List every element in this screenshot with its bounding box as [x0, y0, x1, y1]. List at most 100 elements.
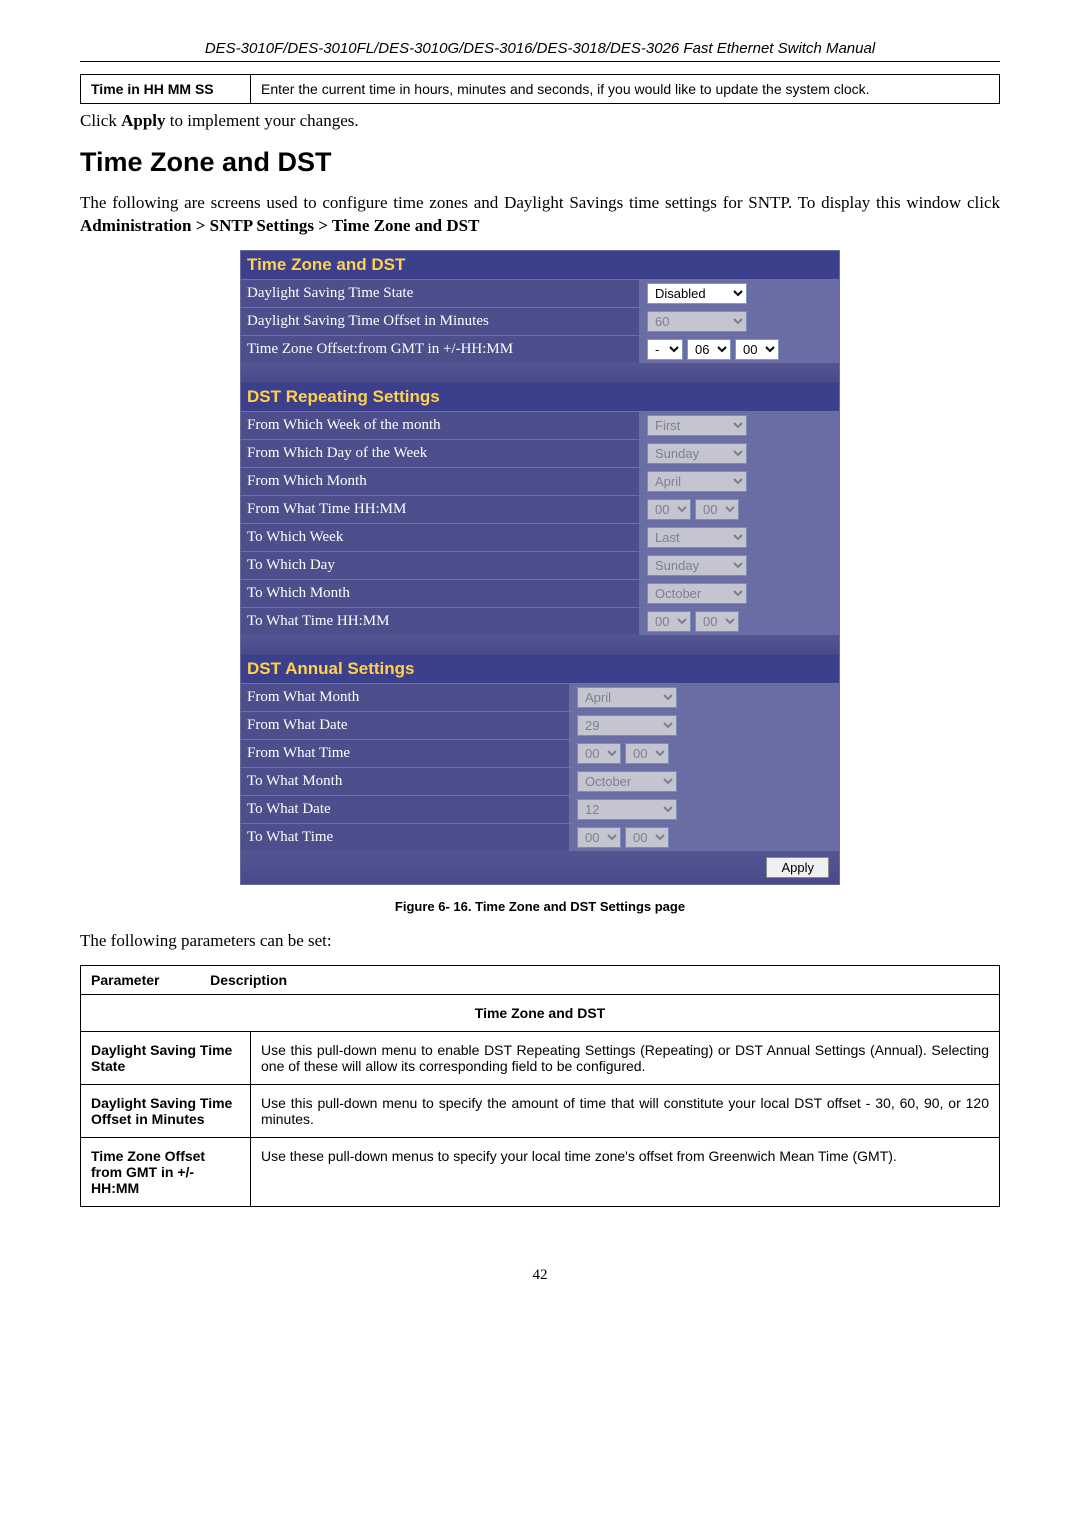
table-row: Daylight Saving Time StateUse this pull-… [81, 1031, 1000, 1084]
dropdown: 60 [647, 311, 747, 332]
panel-header-annual: DST Annual Settings [241, 655, 839, 683]
row-control: 0000 [569, 740, 839, 767]
row-label: To Which Week [241, 525, 639, 550]
row-label: From What Time [241, 741, 569, 766]
table-row: Time in HH MM SS Enter the current time … [81, 75, 1000, 104]
section-title: Time Zone and DST [81, 994, 1000, 1031]
parameter-table: Parameter Description Time Zone and DST … [80, 965, 1000, 1207]
row-label: From Which Day of the Week [241, 441, 639, 466]
row-label: From What Date [241, 713, 569, 738]
row-label: Time Zone Offset:from GMT in +/-HH:MM [241, 337, 639, 362]
time-in-hhmmss-table: Time in HH MM SS Enter the current time … [80, 74, 1000, 104]
row-control: 0000 [569, 824, 839, 851]
row-label: To What Month [241, 769, 569, 794]
row-label: To What Time HH:MM [241, 609, 639, 634]
row-control: April [639, 468, 839, 495]
dropdown: Last [647, 527, 747, 548]
param-label: Daylight Saving Time State [81, 1031, 251, 1084]
dropdown: 00 [577, 743, 621, 764]
row-control: 60 [639, 308, 839, 335]
panel-row: From What Month April [241, 683, 839, 711]
dropdown[interactable]: 00 [735, 339, 779, 360]
dropdown: 12 [577, 799, 677, 820]
panel-row: From Which Month April [241, 467, 839, 495]
dropdown[interactable]: Disabled [647, 283, 747, 304]
dropdown: 00 [695, 611, 739, 632]
dropdown: 00 [625, 827, 669, 848]
row-label: To Which Day [241, 553, 639, 578]
apply-instruction: Click Apply to implement your changes. [80, 110, 1000, 133]
row-control: April [569, 684, 839, 711]
rows-annual-container: From What MonthAprilFrom What Date29From… [241, 683, 839, 851]
dropdown: 00 [647, 611, 691, 632]
row-label: From What Time HH:MM [241, 497, 639, 522]
panel-row: To What Time HH:MM 0000 [241, 607, 839, 635]
row-label: From What Month [241, 685, 569, 710]
dropdown: First [647, 415, 747, 436]
table-section-row: Time Zone and DST [81, 994, 1000, 1031]
params-intro: The following parameters can be set: [80, 930, 1000, 953]
section-heading: Time Zone and DST [80, 147, 1000, 178]
document-header: DES-3010F/DES-3010FL/DES-3010G/DES-3016/… [80, 40, 1000, 62]
dropdown: April [577, 687, 677, 708]
row-control: October [569, 768, 839, 795]
row-control: -0600 [639, 336, 839, 363]
panel-row: To What Date 12 [241, 795, 839, 823]
nav-path: Administration > SNTP Settings > Time Zo… [80, 216, 479, 235]
row-label: To What Date [241, 797, 569, 822]
panel-spacer [241, 635, 839, 655]
text: to implement your changes. [170, 111, 359, 130]
param-label: Time Zone Offset from GMT in +/- HH:MM [81, 1137, 251, 1206]
panel-row: To Which Week Last [241, 523, 839, 551]
panel-row: To What MonthOctober [241, 767, 839, 795]
param-header: Parameter [91, 972, 160, 988]
row-label: From Which Month [241, 469, 639, 494]
dropdown[interactable]: 06 [687, 339, 731, 360]
panel-row: From What Date 29 [241, 711, 839, 739]
apply-button[interactable]: Apply [766, 857, 829, 878]
dropdown: April [647, 471, 747, 492]
row-label: Daylight Saving Time Offset in Minutes [241, 309, 639, 334]
dropdown: 29 [577, 715, 677, 736]
row-label: From Which Week of the month [241, 413, 639, 438]
rows-top-container: Daylight Saving Time StateDisabledDaylig… [241, 279, 839, 363]
panel-row: From Which Day of the WeekSunday [241, 439, 839, 467]
row-control: Disabled [639, 280, 839, 307]
row-control: Sunday [639, 440, 839, 467]
dropdown[interactable]: - [647, 339, 683, 360]
row-control: Last [639, 524, 839, 551]
panel-row: From Which Week of the month First [241, 411, 839, 439]
param-desc: Use this pull-down menu to specify the a… [251, 1084, 1000, 1137]
text: The following are screens used to config… [80, 193, 1000, 212]
param-label: Daylight Saving Time Offset in Minutes [81, 1084, 251, 1137]
panel-header-tzdst: Time Zone and DST [241, 251, 839, 279]
row-control: 29 [569, 712, 839, 739]
page-number: 42 [80, 1267, 1000, 1284]
figure-caption: Figure 6- 16. Time Zone and DST Settings… [80, 899, 1000, 914]
row-control: October [639, 580, 839, 607]
dropdown: 00 [647, 499, 691, 520]
row-label: To What Time [241, 825, 569, 850]
dropdown: 00 [695, 499, 739, 520]
table-row: Daylight Saving Time Offset in MinutesUs… [81, 1084, 1000, 1137]
table-header-row: Parameter Description [81, 965, 1000, 994]
panel-row: Daylight Saving Time State Disabled [241, 279, 839, 307]
text: Click [80, 111, 121, 130]
row-control: 12 [569, 796, 839, 823]
table-row: Time Zone Offset from GMT in +/- HH:MMUs… [81, 1137, 1000, 1206]
row-label: Time in HH MM SS [81, 75, 251, 104]
rows-repeat-container: From Which Week of the monthFirstFrom Wh… [241, 411, 839, 635]
row-control: Sunday [639, 552, 839, 579]
row-label: Daylight Saving Time State [241, 281, 639, 306]
panel-row: From What Time HH:MM0000 [241, 495, 839, 523]
param-desc: Use this pull-down menu to enable DST Re… [251, 1031, 1000, 1084]
row-label: To Which Month [241, 581, 639, 606]
panel-spacer [241, 363, 839, 383]
panel-row: Daylight Saving Time Offset in Minutes 60 [241, 307, 839, 335]
apply-word: Apply [121, 111, 165, 130]
dropdown: 00 [577, 827, 621, 848]
row-control: 0000 [639, 496, 839, 523]
desc-header: Description [210, 972, 287, 988]
dropdown: October [647, 583, 747, 604]
config-panel: Time Zone and DST Daylight Saving Time S… [240, 250, 840, 885]
